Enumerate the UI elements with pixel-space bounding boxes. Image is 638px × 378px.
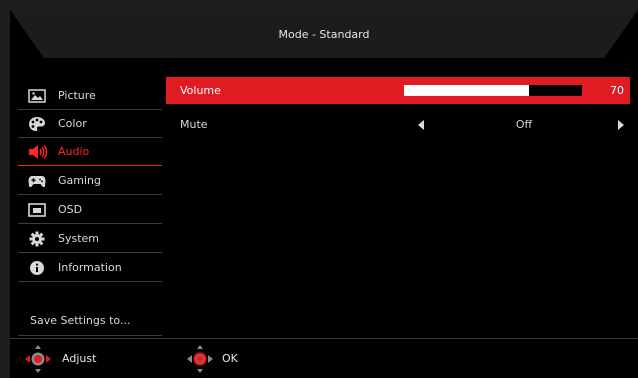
- gear-icon: [28, 231, 46, 247]
- footer-ok-hint: OK: [186, 345, 266, 373]
- mute-label: Mute: [180, 118, 208, 131]
- gamepad-icon: [28, 173, 46, 189]
- sidebar-item-information[interactable]: Information: [18, 254, 162, 282]
- mute-value: Off: [515, 118, 533, 131]
- sidebar-item-label: Gaming: [58, 174, 101, 187]
- mute-row[interactable]: Mute Off: [166, 111, 630, 138]
- picture-icon: [28, 88, 46, 104]
- sidebar-item-color[interactable]: Color: [18, 110, 162, 138]
- arrow-left-icon[interactable]: [418, 120, 424, 133]
- footer-divider: [10, 338, 638, 339]
- save-settings-label: Save Settings to...: [30, 314, 131, 327]
- sidebar-item-label: Color: [58, 117, 87, 130]
- joystick-adjust-icon: [24, 344, 52, 377]
- save-settings-item[interactable]: Save Settings to...: [18, 306, 162, 336]
- volume-slider[interactable]: [404, 85, 582, 96]
- page-title: Mode - Standard: [278, 28, 370, 41]
- footer-adjust-hint: Adjust: [24, 345, 134, 373]
- info-icon: [28, 260, 46, 276]
- volume-value: 70: [610, 84, 624, 97]
- sidebar-item-audio[interactable]: Audio: [18, 138, 162, 166]
- joystick-ok-icon: [186, 344, 214, 377]
- sidebar-item-label: System: [58, 232, 100, 245]
- volume-slider-fill: [404, 85, 529, 96]
- sidebar-item-gaming[interactable]: Gaming: [18, 167, 162, 195]
- sidebar-item-osd[interactable]: OSD: [18, 196, 162, 224]
- header: Mode - Standard: [10, 10, 638, 58]
- palette-icon: [28, 116, 46, 132]
- sidebar-item-picture[interactable]: Picture: [18, 82, 162, 110]
- osd-icon: [28, 202, 46, 218]
- adjust-label: Adjust: [62, 352, 97, 365]
- sidebar-item-label: Picture: [58, 89, 96, 102]
- sidebar-item-system[interactable]: System: [18, 225, 162, 253]
- osd-menu: Mode - Standard Picture Color Audio Gami…: [10, 10, 638, 378]
- volume-row[interactable]: Volume 70: [166, 77, 630, 104]
- volume-label: Volume: [180, 84, 221, 97]
- sidebar-item-label: OSD: [58, 203, 83, 216]
- arrow-right-icon[interactable]: [618, 120, 624, 133]
- sidebar-item-label: Audio: [58, 145, 90, 158]
- sidebar-item-label: Information: [58, 261, 122, 274]
- ok-label: OK: [222, 352, 238, 365]
- speaker-icon: [28, 144, 48, 160]
